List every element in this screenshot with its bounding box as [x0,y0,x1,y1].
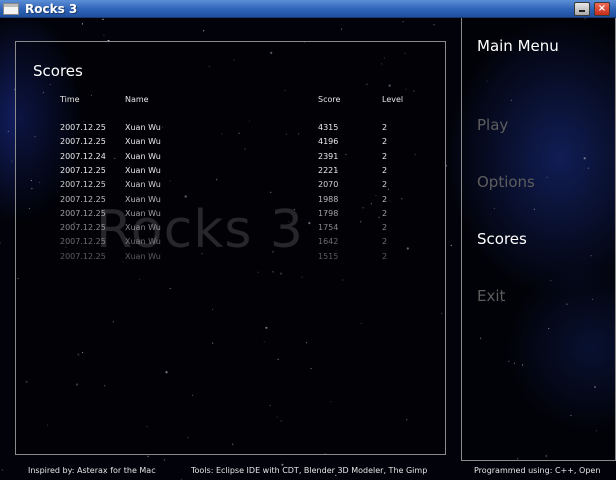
cell-level: 2 [382,251,388,261]
menu-item-scores[interactable]: Scores [477,230,527,248]
cell-time: 2007.12.25 [60,208,106,218]
cell-name: Xuan Wu [125,165,161,175]
star [11,160,13,162]
star [1,469,3,471]
cell-name: Xuan Wu [125,223,161,233]
star [341,28,343,30]
cell-score: 4315 [318,123,339,132]
cell-score: 1754 [318,223,339,233]
cell-name: Xuan Wu [125,194,161,204]
cell-time: 2007.12.25 [60,123,106,132]
cell-name: Xuan Wu [125,151,161,161]
window-title: Rocks 3 [25,2,78,16]
star [81,23,83,25]
close-button[interactable]: × [594,2,610,16]
cell-time: 2007.12.25 [60,180,106,190]
table-row: 2007.12.25 Xuan Wu 4315 2 [16,122,447,136]
cell-score: 1798 [318,208,339,218]
column-header-score: Score [318,95,341,104]
table-row: 2007.12.25 Xuan Wu 2221 2 [16,165,447,179]
cell-score: 1642 [318,237,339,247]
cell-name: Xuan Wu [125,123,161,132]
star [163,459,165,461]
menu-item-options[interactable]: Options [477,173,535,191]
cell-name: Xuan Wu [125,137,161,147]
cell-score: 1515 [318,251,339,261]
star [433,24,435,26]
cell-name: Xuan Wu [125,251,161,261]
cell-name: Xuan Wu [125,180,161,190]
star [103,34,105,36]
column-header-name: Name [125,95,149,104]
star [147,455,149,457]
menu-item-exit[interactable]: Exit [477,287,505,305]
menu-item-play[interactable]: Play [477,116,508,134]
cell-name: Xuan Wu [125,237,161,247]
cell-time: 2007.12.25 [60,165,106,175]
star [402,21,404,23]
footer-inspired: Inspired by: Asterax for the Mac [28,466,156,475]
table-row: 2007.12.25 Xuan Wu 1798 2 [16,208,447,222]
scores-title: Scores [33,62,83,80]
minimize-button[interactable] [574,2,590,16]
table-row: 2007.12.25 Xuan Wu 1754 2 [16,222,447,236]
cell-score: 2070 [318,180,339,190]
cell-time: 2007.12.25 [60,137,106,147]
main-menu-title: Main Menu [477,37,559,55]
cell-time: 2007.12.24 [60,151,106,161]
cell-score: 4196 [318,137,339,147]
table-row: 2007.12.25 Xuan Wu 1515 2 [16,251,447,265]
cell-level: 2 [382,208,388,218]
game-canvas: Rocks 3 Scores Time Name Score Level 200… [0,18,616,480]
cell-level: 2 [382,151,388,161]
cell-score: 2391 [318,151,339,161]
cell-score: 1988 [318,194,339,204]
table-row: 2007.12.25 Xuan Wu 1988 2 [16,194,447,208]
footer-tools: Tools: Eclipse IDE with CDT, Blender 3D … [191,466,428,475]
cell-time: 2007.12.25 [60,237,106,247]
cell-level: 2 [382,223,388,233]
column-header-level: Level [382,95,404,104]
cell-score: 2221 [318,165,339,175]
star [7,130,9,132]
cell-level: 2 [382,165,388,175]
cell-time: 2007.12.25 [60,251,106,261]
cell-level: 2 [382,194,388,204]
cell-time: 2007.12.25 [60,194,106,204]
table-row: 2007.12.24 Xuan Wu 2391 2 [16,151,447,165]
scores-panel: Rocks 3 Scores Time Name Score Level 200… [15,41,446,455]
cell-level: 2 [382,123,388,132]
title-bar[interactable]: Rocks 3 × [0,0,616,18]
footer-programmed: Programmed using: C++, Open [474,466,601,475]
main-menu-panel: Main Menu Play Options Scores Exit [461,18,616,461]
star [102,18,104,20]
table-row: 2007.12.25 Xuan Wu 2070 2 [16,179,447,193]
cell-name: Xuan Wu [125,208,161,218]
column-header-time: Time [60,95,80,104]
game-window: Rocks 3 × Rocks 3 Scores Time Name Score… [0,0,616,480]
cell-level: 2 [382,180,388,190]
cell-level: 2 [382,137,388,147]
table-row: 2007.12.25 Xuan Wu 1642 2 [16,236,447,250]
window-app-icon[interactable] [3,3,19,15]
star [203,30,205,32]
cell-time: 2007.12.25 [60,223,106,233]
star [0,242,1,244]
table-row: 2007.12.25 Xuan Wu 4196 2 [16,136,447,150]
cell-level: 2 [382,237,388,247]
star [450,244,452,246]
